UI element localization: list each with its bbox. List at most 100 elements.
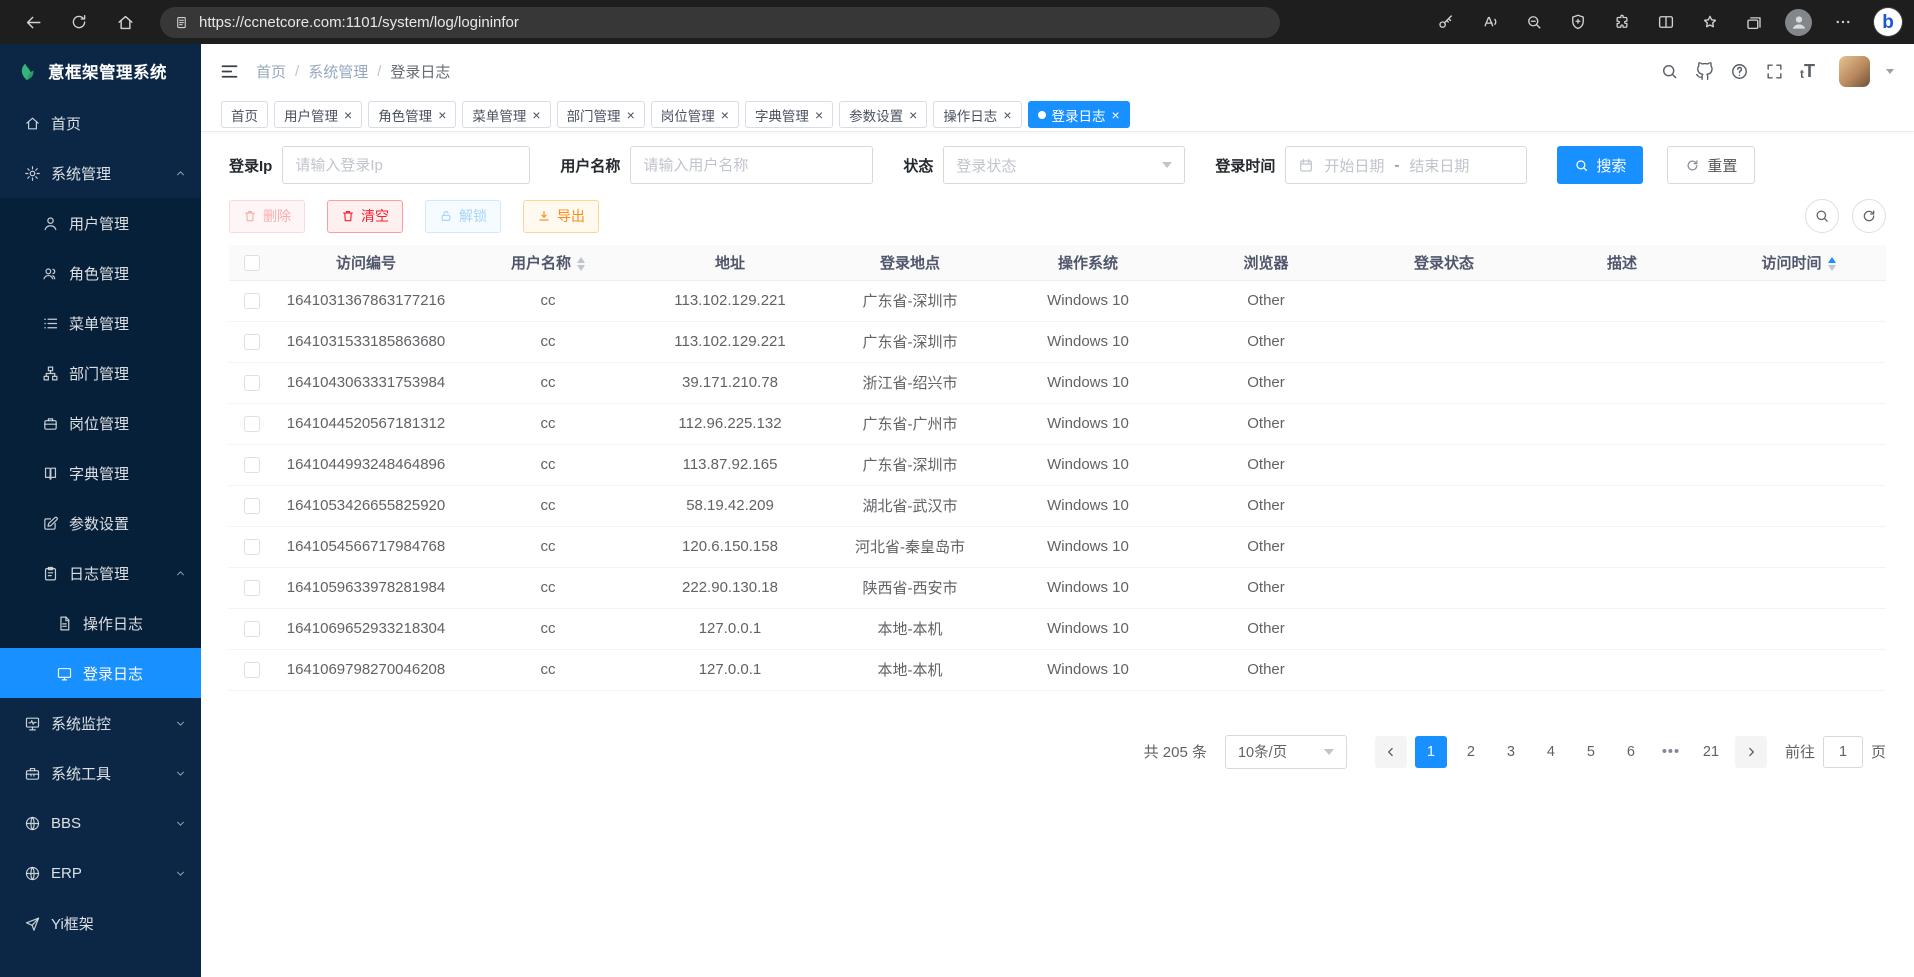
close-icon[interactable]: × — [438, 108, 446, 122]
unlock-button[interactable]: 解锁 — [425, 200, 501, 233]
sidebar-item-post-management[interactable]: 岗位管理 — [0, 398, 201, 448]
close-icon[interactable]: × — [344, 108, 352, 122]
sidebar-item-param-settings[interactable]: 参数设置 — [0, 498, 201, 548]
collections-icon[interactable] — [1741, 9, 1767, 35]
extensions-icon[interactable] — [1609, 9, 1635, 35]
menu-fold-icon[interactable] — [219, 61, 240, 82]
row-checkbox[interactable] — [244, 621, 260, 637]
row-checkbox[interactable] — [244, 539, 260, 555]
browser-back-icon[interactable] — [16, 5, 50, 39]
sidebar-item-dept-management[interactable]: 部门管理 — [0, 348, 201, 398]
page-button-21[interactable]: 21 — [1695, 736, 1727, 768]
sidebar-item-menu-management[interactable]: 菜单管理 — [0, 298, 201, 348]
export-button[interactable]: 导出 — [523, 200, 599, 233]
page-button-6[interactable]: 6 — [1615, 736, 1647, 768]
page-button-4[interactable]: 4 — [1535, 736, 1567, 768]
split-screen-icon[interactable] — [1653, 9, 1679, 35]
tab-home[interactable]: 首页 — [221, 101, 268, 128]
sidebar-item-system-monitor[interactable]: 系统监控 — [0, 698, 201, 748]
goto-page-input[interactable] — [1823, 736, 1863, 768]
status-select[interactable]: 登录状态 — [943, 146, 1185, 184]
row-checkbox[interactable] — [244, 662, 260, 678]
row-checkbox[interactable] — [244, 580, 260, 596]
sidebar-item-login-log[interactable]: 登录日志 — [0, 648, 201, 698]
sidebar-item-bbs[interactable]: BBS — [0, 798, 201, 848]
browser-home-icon[interactable] — [108, 5, 142, 39]
login-time-range-picker[interactable]: 开始日期 - 结束日期 — [1285, 146, 1527, 184]
col-os[interactable]: 操作系统 — [999, 245, 1177, 280]
browser-profile-avatar[interactable] — [1785, 9, 1812, 36]
tab-menu-management[interactable]: 菜单管理× — [462, 101, 550, 128]
row-checkbox[interactable] — [244, 416, 260, 432]
sidebar-item-erp[interactable]: ERP — [0, 848, 201, 898]
page-button-3[interactable]: 3 — [1495, 736, 1527, 768]
tab-dept-management[interactable]: 部门管理× — [557, 101, 645, 128]
page-size-select[interactable]: 10条/页 — [1225, 735, 1347, 769]
close-icon[interactable]: × — [627, 108, 635, 122]
app-logo[interactable]: 意框架管理系统 — [0, 44, 201, 98]
page-button-5[interactable]: 5 — [1575, 736, 1607, 768]
sidebar-item-dict-management[interactable]: 字典管理 — [0, 448, 201, 498]
select-all-checkbox[interactable] — [244, 255, 260, 271]
font-size-icon[interactable]: tT — [1800, 62, 1815, 80]
reset-button[interactable]: 重置 — [1667, 146, 1755, 184]
github-icon[interactable] — [1695, 62, 1714, 81]
browser-refresh-icon[interactable] — [62, 5, 96, 39]
sort-icon[interactable] — [577, 257, 585, 271]
username-input[interactable] — [630, 146, 873, 184]
row-checkbox[interactable] — [244, 293, 260, 309]
favorites-star-icon[interactable] — [1697, 9, 1723, 35]
fullscreen-icon[interactable] — [1765, 62, 1784, 81]
copilot-bing-icon[interactable]: b — [1874, 8, 1902, 36]
row-checkbox[interactable] — [244, 375, 260, 391]
zoom-out-icon[interactable] — [1521, 9, 1547, 35]
col-address[interactable]: 地址 — [639, 245, 821, 280]
delete-button[interactable]: 删除 — [229, 200, 305, 233]
search-icon[interactable] — [1660, 62, 1679, 81]
close-icon[interactable]: × — [721, 108, 729, 122]
sidebar-item-system-tools[interactable]: 系统工具 — [0, 748, 201, 798]
sidebar-item-user-management[interactable]: 用户管理 — [0, 198, 201, 248]
col-status[interactable]: 登录状态 — [1355, 245, 1533, 280]
search-button[interactable]: 搜索 — [1557, 146, 1643, 184]
page-button-2[interactable]: 2 — [1455, 736, 1487, 768]
tab-dict-management[interactable]: 字典管理× — [745, 101, 833, 128]
password-key-icon[interactable] — [1433, 9, 1459, 35]
browser-menu-icon[interactable] — [1830, 9, 1856, 35]
tab-post-management[interactable]: 岗位管理× — [651, 101, 739, 128]
login-ip-input[interactable] — [282, 146, 530, 184]
col-time[interactable]: 访问时间 — [1711, 245, 1886, 280]
row-checkbox[interactable] — [244, 457, 260, 473]
tab-param-settings[interactable]: 参数设置× — [839, 101, 927, 128]
sidebar-item-system-management[interactable]: 系统管理 — [0, 148, 201, 198]
show-search-toggle-button[interactable] — [1805, 199, 1839, 233]
tab-login-log[interactable]: 登录日志× — [1028, 101, 1130, 128]
col-visit-id[interactable]: 访问编号 — [275, 245, 457, 280]
close-icon[interactable]: × — [909, 108, 917, 122]
sidebar-item-log-management[interactable]: 日志管理 — [0, 548, 201, 598]
close-icon[interactable]: × — [1003, 108, 1011, 122]
chevron-down-icon[interactable] — [1886, 69, 1894, 74]
row-checkbox[interactable] — [244, 498, 260, 514]
help-icon[interactable] — [1730, 62, 1749, 81]
row-checkbox[interactable] — [244, 334, 260, 350]
site-info-icon[interactable] — [174, 15, 189, 30]
read-aloud-icon[interactable] — [1477, 9, 1503, 35]
prev-page-button[interactable] — [1375, 736, 1407, 768]
page-button-1[interactable]: 1 — [1415, 736, 1447, 768]
sidebar-item-home[interactable]: 首页 — [0, 98, 201, 148]
address-bar[interactable]: https://ccnetcore.com:1101/system/log/lo… — [160, 7, 1280, 38]
table-refresh-button[interactable] — [1852, 199, 1886, 233]
tab-role-management[interactable]: 角色管理× — [368, 101, 456, 128]
page-ellipsis[interactable]: ••• — [1655, 736, 1687, 768]
breadcrumb-item-system[interactable]: 系统管理 — [308, 61, 368, 82]
sidebar-item-yi-framework[interactable]: Yi框架 — [0, 898, 201, 948]
col-browser[interactable]: 浏览器 — [1177, 245, 1355, 280]
browser-essentials-icon[interactable] — [1565, 9, 1591, 35]
next-page-button[interactable] — [1735, 736, 1767, 768]
user-avatar[interactable] — [1839, 56, 1870, 87]
clear-button[interactable]: 清空 — [327, 200, 403, 233]
col-description[interactable]: 描述 — [1533, 245, 1711, 280]
sidebar-item-operation-log[interactable]: 操作日志 — [0, 598, 201, 648]
sidebar-item-role-management[interactable]: 角色管理 — [0, 248, 201, 298]
